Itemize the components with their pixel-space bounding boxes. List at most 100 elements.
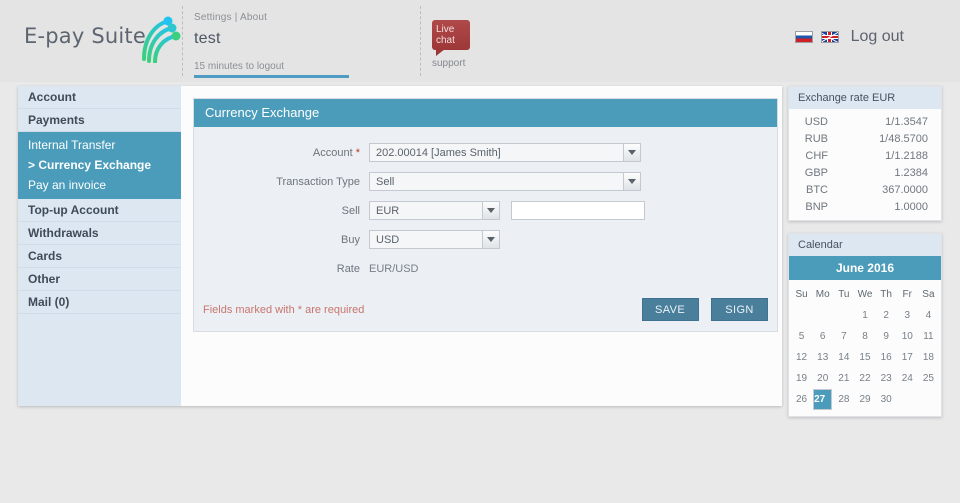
calendar-day[interactable]: 22	[855, 368, 874, 389]
settings-link[interactable]: Settings	[194, 12, 232, 23]
calendar-day[interactable]: 3	[898, 305, 917, 326]
sidebar-item-cards[interactable]: Cards	[18, 245, 181, 268]
buy-label: Buy	[341, 233, 360, 246]
rate-value: 1/1.2188	[885, 149, 928, 162]
rate-currency: BTC	[806, 183, 828, 196]
flag-uk-icon[interactable]	[820, 31, 839, 43]
calendar-day[interactable]: 16	[877, 347, 896, 368]
calendar-day[interactable]: 29	[855, 389, 874, 410]
calendar-day[interactable]: 10	[898, 326, 917, 347]
calendar-day[interactable]: 17	[898, 347, 917, 368]
calendar-week-row: 12 13 14 15 16 17 18	[791, 347, 939, 368]
buy-currency-select[interactable]: USD	[369, 230, 500, 249]
rate-control: EUR/USD	[369, 263, 419, 275]
rate-currency: BNP	[805, 200, 828, 213]
sidebar-item-internal-transfer[interactable]: Internal Transfer	[18, 135, 181, 155]
calendar-day[interactable]: 14	[834, 347, 853, 368]
calendar-day-selected[interactable]: 27	[813, 389, 833, 410]
calendar-title: Calendar	[789, 234, 941, 256]
calendar-day[interactable]: 12	[792, 347, 811, 368]
sell-currency-select[interactable]: EUR	[369, 201, 500, 220]
account-info-block: Settings | About test 15 minutes to logo…	[194, 12, 404, 78]
flag-russia-icon[interactable]	[794, 31, 813, 43]
calendar-day[interactable]: 21	[834, 368, 853, 389]
table-row: USD 1/1.3547	[789, 113, 941, 130]
transaction-type-control: Sell	[369, 172, 641, 191]
calendar-dow: Sa	[922, 289, 935, 300]
calendar-day[interactable]: 9	[877, 326, 896, 347]
transaction-type-select[interactable]: Sell	[369, 172, 641, 191]
calendar-day[interactable]: 24	[898, 368, 917, 389]
calendar-day[interactable]: 19	[792, 368, 811, 389]
sidebar-item-pay-an-invoice[interactable]: Pay an invoice	[18, 175, 181, 195]
epay-swoosh-logo-icon	[142, 16, 181, 63]
calendar-day[interactable]: 1	[855, 305, 874, 326]
transaction-type-value: Sell	[376, 175, 395, 188]
sidebar-item-currency-exchange[interactable]: > Currency Exchange	[18, 155, 181, 175]
calendar-day[interactable]: 5	[792, 326, 811, 347]
form-row-transaction-type: Transaction Type Sell	[194, 170, 777, 193]
chevron-down-icon[interactable]	[623, 144, 640, 161]
calendar-day[interactable]	[813, 305, 832, 326]
sidebar-item-payments[interactable]: Payments	[18, 109, 181, 132]
rate-value: 1/48.5700	[879, 132, 928, 145]
calendar-day[interactable]: 4	[919, 305, 938, 326]
sign-button[interactable]: SIGN	[711, 298, 768, 321]
live-chat-bubble-icon[interactable]: Live chat	[432, 20, 470, 56]
chevron-down-icon[interactable]	[482, 231, 499, 248]
account-label: Account *	[194, 147, 369, 159]
account-select[interactable]: 202.00014 [James Smith]	[369, 143, 641, 162]
calendar-day[interactable]: 7	[834, 326, 853, 347]
calendar-day[interactable]	[898, 389, 917, 410]
buy-currency-value: USD	[376, 233, 400, 246]
sidebar-item-mail[interactable]: Mail (0)	[18, 291, 181, 314]
calendar-day[interactable]	[792, 305, 811, 326]
calendar-day[interactable]: 28	[834, 389, 853, 410]
rate-label: Rate	[336, 262, 360, 275]
chevron-down-icon[interactable]	[623, 173, 640, 190]
calendar-day[interactable]: 13	[813, 347, 832, 368]
about-link[interactable]: About	[240, 12, 267, 23]
calendar-day[interactable]: 6	[813, 326, 832, 347]
calendar-day[interactable]: 23	[877, 368, 896, 389]
exchange-rate-rows: USD 1/1.3547 RUB 1/48.5700 CHF 1/1.2188 …	[789, 109, 941, 220]
chevron-down-icon[interactable]	[482, 202, 499, 219]
live-chat-widget[interactable]: Live chat support	[432, 20, 470, 69]
brand-title: E-pay Suite	[24, 24, 146, 48]
sidebar-item-withdrawals[interactable]: Withdrawals	[18, 222, 181, 245]
calendar-day[interactable]: 2	[877, 305, 896, 326]
form-row-sell: Sell EUR	[194, 199, 777, 222]
rate-currency: GBP	[804, 166, 828, 179]
rate-value: EUR/USD	[369, 262, 419, 275]
calendar-day[interactable]: 11	[919, 326, 938, 347]
uk-flag-vertical-bar	[828, 32, 832, 42]
calendar-week-row: 1 2 3 4	[791, 305, 939, 326]
calendar-day[interactable]: 30	[877, 389, 896, 410]
panel-title: Currency Exchange	[194, 99, 777, 127]
sidebar-item-other[interactable]: Other	[18, 268, 181, 291]
logout-link[interactable]: Log out	[851, 28, 904, 46]
calendar-day[interactable]: 20	[813, 368, 832, 389]
right-rail: Exchange rate EUR USD 1/1.3547 RUB 1/48.…	[788, 86, 942, 429]
calendar-day[interactable]: 15	[855, 347, 874, 368]
sidebar-item-account[interactable]: Account	[18, 86, 181, 109]
page-header: E-pay Suite Settings | About test 15 min…	[0, 0, 960, 82]
calendar-day[interactable]	[919, 389, 938, 410]
header-divider-right	[420, 6, 421, 76]
app-root: E-pay Suite Settings | About test 15 min…	[0, 0, 960, 503]
calendar-day[interactable]: 18	[919, 347, 938, 368]
save-button[interactable]: SAVE	[641, 298, 699, 321]
calendar-day[interactable]: 25	[919, 368, 938, 389]
rate-currency: USD	[804, 115, 828, 128]
sidebar-item-top-up-account[interactable]: Top-up Account	[18, 199, 181, 222]
uk-flag-horizontal-bar	[821, 35, 838, 39]
calendar-day[interactable]: 8	[855, 326, 874, 347]
sell-amount-input[interactable]	[511, 201, 645, 220]
calendar-day[interactable]	[834, 305, 853, 326]
calendar-month-label: June 2016	[789, 256, 941, 280]
rate-currency: RUB	[804, 132, 828, 145]
rate-value: 367.0000	[882, 183, 928, 196]
calendar-day[interactable]: 26	[792, 389, 811, 410]
panel-footer: Fields marked with * are required SAVE S…	[194, 286, 777, 331]
logout-timer-text: 15 minutes to logout	[194, 61, 285, 72]
